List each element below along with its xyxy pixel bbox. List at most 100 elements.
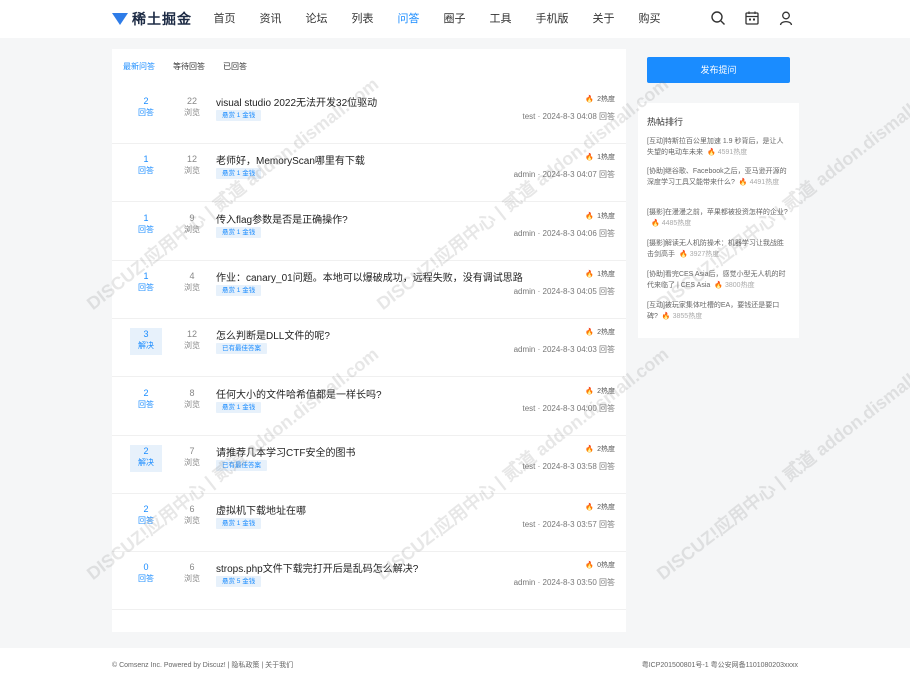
flame-icon: 🔥: [585, 445, 595, 453]
author-name[interactable]: admin: [514, 345, 536, 354]
hot-post-heat: 🔥 3800热度: [714, 282, 754, 289]
author-name[interactable]: admin: [514, 578, 536, 587]
view-count: 6 浏览: [176, 503, 208, 530]
nav-item[interactable]: 关于: [584, 0, 623, 38]
hot-post-item[interactable]: [摄影]解读无人机防操术：机器学习让我战胜击剑高手 🔥 3927热度: [647, 238, 790, 260]
author-name[interactable]: admin: [514, 229, 536, 238]
footer: © Comsenz Inc. Powered by Discuz! | 隐私政策…: [0, 648, 910, 681]
hot-post-title[interactable]: [摄影]在漫漫之前，苹果都被投资怎样的企业?: [647, 209, 788, 216]
reward-badge: 悬赏 1 金钱: [216, 110, 262, 121]
answer-link[interactable]: 回答: [599, 462, 615, 471]
view-count: 12 浏览: [176, 328, 208, 355]
separator-dot: ·: [535, 578, 543, 588]
nav-item[interactable]: 首页: [205, 0, 244, 38]
site-logo[interactable]: 稀土掘金: [112, 9, 192, 29]
view-count-label: 浏览: [184, 166, 200, 176]
author-name[interactable]: test: [522, 404, 535, 413]
nav-item[interactable]: 手机版: [527, 0, 577, 38]
hot-post-heat: 🔥 3927热度: [679, 251, 719, 258]
search-icon[interactable]: [710, 10, 726, 26]
hot-post-heat-value: 4491热度: [749, 179, 780, 186]
question-title[interactable]: 作业：canary_01问题。本地可以爆破成功，远程失败，没有调试思路: [216, 269, 523, 284]
view-count-label: 浏览: [184, 516, 200, 526]
flame-icon: 🔥: [585, 270, 595, 278]
answer-count-value: 2: [143, 445, 149, 456]
question-row: 2 解决 7 浏览 请推荐几本学习CTF安全的图书 已有最佳答案 🔥 2热度 test · 20…: [112, 436, 626, 494]
calendar-icon[interactable]: [744, 10, 760, 26]
reward-badge: 悬赏 1 金钱: [216, 168, 262, 180]
answer-count-value: 1: [143, 270, 149, 281]
answer-count-value: 2: [143, 504, 149, 515]
hot-posts-panel: 热帖排行 [互动]特斯拉百公里加速 1.9 秒背后，是让人失望的电动车未来 🔥 45…: [638, 103, 799, 338]
answer-link[interactable]: 回答: [599, 229, 615, 238]
flame-icon: 🔥: [585, 96, 595, 103]
nav-item[interactable]: 列表: [343, 0, 382, 38]
hot-post-item[interactable]: [互动]被玩家集体吐槽的EA，要钱还是要口碑? 🔥 3855热度: [647, 300, 790, 322]
view-count: 8 浏览: [176, 387, 208, 414]
heat-value: 1热度: [597, 212, 615, 220]
view-count: 22 浏览: [176, 95, 208, 122]
question-meta: test · 2024-8-3 04:08 回答: [522, 111, 615, 122]
question-title[interactable]: 老师好，MemoryScan哪里有下载: [216, 152, 365, 167]
separator-dot: ·: [535, 461, 543, 471]
hot-post-item[interactable]: [互动]特斯拉百公里加速 1.9 秒背后，是让人失望的电动车未来 🔥 4591热度: [647, 136, 790, 158]
question-meta: admin · 2024-8-3 04:03 回答: [514, 344, 615, 355]
answer-link[interactable]: 回答: [599, 520, 615, 529]
question-meta: test · 2024-8-3 03:57 回答: [522, 519, 615, 530]
nav-item[interactable]: 资讯: [251, 0, 290, 38]
hot-post-heat: 🔥 3855热度: [662, 313, 702, 320]
view-count-value: 7: [189, 445, 195, 456]
nav-item[interactable]: 问答: [389, 0, 428, 38]
ask-question-button[interactable]: 发布提问: [647, 57, 790, 83]
tab-item[interactable]: 等待回答: [173, 61, 205, 72]
question-title[interactable]: 请推荐几本学习CTF安全的图书: [216, 444, 355, 459]
answer-link[interactable]: 回答: [599, 345, 615, 354]
answer-link[interactable]: 回答: [599, 170, 615, 179]
hot-post-item[interactable]: [协助]继谷歌、Facebook之后，亚马逊开源的深度学习工具又能带来什么? 🔥 4…: [647, 166, 790, 188]
user-icon[interactable]: [778, 10, 794, 26]
post-time: 2024-8-3 04:03: [542, 345, 597, 355]
tab-item[interactable]: 已回答: [223, 61, 247, 72]
question-title[interactable]: 虚拟机下载地址在哪: [216, 502, 306, 517]
answer-link[interactable]: 回答: [599, 404, 615, 413]
question-title[interactable]: visual studio 2022无法开发32位驱动: [216, 94, 377, 109]
answer-count-label: 回答: [138, 516, 154, 526]
author-name[interactable]: test: [522, 462, 535, 471]
heat-value: 2热度: [597, 445, 615, 453]
view-count-label: 浏览: [184, 399, 200, 409]
answer-count-label: 回答: [138, 282, 154, 292]
nav-item[interactable]: 圈子: [435, 0, 474, 38]
post-time: 2024-8-3 04:05: [542, 286, 597, 296]
flame-icon: 🔥: [738, 179, 748, 186]
flame-icon: 🔥: [585, 329, 595, 337]
answer-count: 2 回答: [130, 503, 162, 530]
author-name[interactable]: admin: [514, 170, 536, 179]
author-name[interactable]: test: [522, 520, 535, 529]
question-title[interactable]: 任何大小的文件哈希值都是一样长吗?: [216, 386, 382, 401]
author-name[interactable]: admin: [514, 287, 536, 296]
logo-text: 稀土掘金: [132, 11, 192, 27]
author-name[interactable]: test: [522, 112, 535, 121]
question-title[interactable]: 传入flag参数是否是正确操作?: [216, 211, 348, 226]
question-row: 1 回答 4 浏览 作业：canary_01问题。本地可以爆破成功，远程失败，没有调试思…: [112, 261, 626, 319]
answer-link[interactable]: 回答: [599, 287, 615, 296]
reward-badge: 悬赏 1 金钱: [216, 284, 262, 296]
nav-item[interactable]: 购买: [630, 0, 669, 38]
hot-post-item[interactable]: [摄影]在漫漫之前，苹果都被投资怎样的企业? 🔥 4485热度: [647, 207, 790, 229]
flame-icon: 🔥: [707, 149, 716, 156]
nav-item[interactable]: 工具: [481, 0, 520, 38]
answer-link[interactable]: 回答: [599, 578, 615, 587]
question-title[interactable]: strops.php文件下载完打开后是乱码怎么解决?: [216, 560, 418, 575]
answer-link[interactable]: 回答: [599, 112, 615, 121]
question-title[interactable]: 怎么判断是DLL文件的呢?: [216, 327, 330, 342]
hot-posts-title: 热帖排行: [647, 117, 684, 127]
tab-item[interactable]: 最新问答: [123, 61, 155, 72]
flame-icon: 🔥: [585, 212, 595, 220]
hot-post-item[interactable]: [协助]看完CES Asia后，感觉小型无人机的时代来临了 | CES Asia…: [647, 269, 790, 291]
flame-icon: 🔥: [585, 154, 595, 162]
answer-count-value: 1: [143, 154, 149, 165]
nav-item[interactable]: 论坛: [297, 0, 336, 38]
answer-count-value: 0: [143, 562, 149, 573]
hot-post-heat-value: 4485热度: [661, 220, 692, 227]
view-count: 6 浏览: [176, 561, 208, 588]
